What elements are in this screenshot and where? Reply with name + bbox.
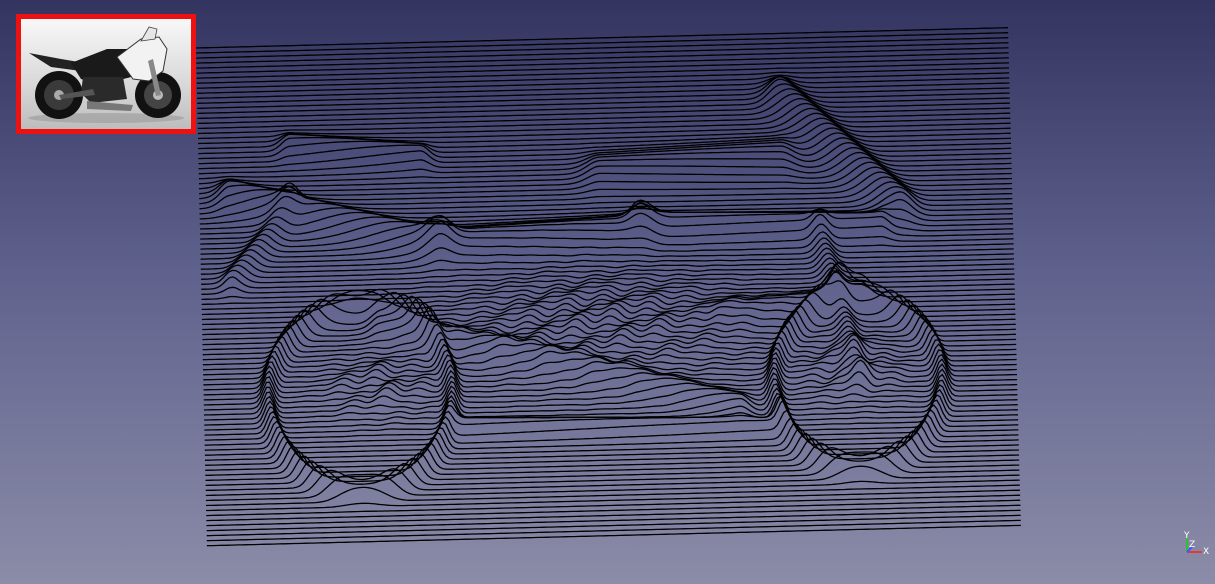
reference-image-thumbnail[interactable] (16, 14, 196, 134)
relief-line (205, 473, 1020, 502)
relief-line (196, 62, 1009, 84)
relief-line (206, 524, 1021, 547)
relief-line (206, 519, 1021, 542)
relief-line (205, 484, 1020, 507)
relief-line (196, 52, 1009, 74)
relief-line (206, 504, 1021, 527)
relief-line (196, 32, 1009, 54)
relief-line (197, 72, 1010, 94)
axis-orientation-indicator: Y Z X (1180, 532, 1210, 560)
relief-line (196, 37, 1009, 59)
relief-line (200, 231, 1014, 265)
relief-line (202, 297, 1016, 341)
relief-line (196, 47, 1009, 69)
relief-line (195, 27, 1009, 49)
relief-line (196, 67, 1010, 89)
axis-z-label: Z (1189, 540, 1196, 550)
relief-line (200, 237, 1014, 270)
relief-line (200, 220, 1014, 260)
relief-line (196, 42, 1009, 64)
relief-line (196, 57, 1009, 79)
relief-line (201, 247, 1015, 280)
relief-line (202, 313, 1016, 356)
relief-line (201, 257, 1015, 290)
relief-line (206, 514, 1021, 537)
relief-line (206, 509, 1021, 532)
relief-line (206, 499, 1021, 522)
axis-x-label: X (1203, 547, 1210, 557)
motorcycle-image-icon (28, 26, 184, 123)
3d-viewport[interactable]: Y Z X (0, 0, 1215, 584)
relief-line (206, 494, 1021, 517)
